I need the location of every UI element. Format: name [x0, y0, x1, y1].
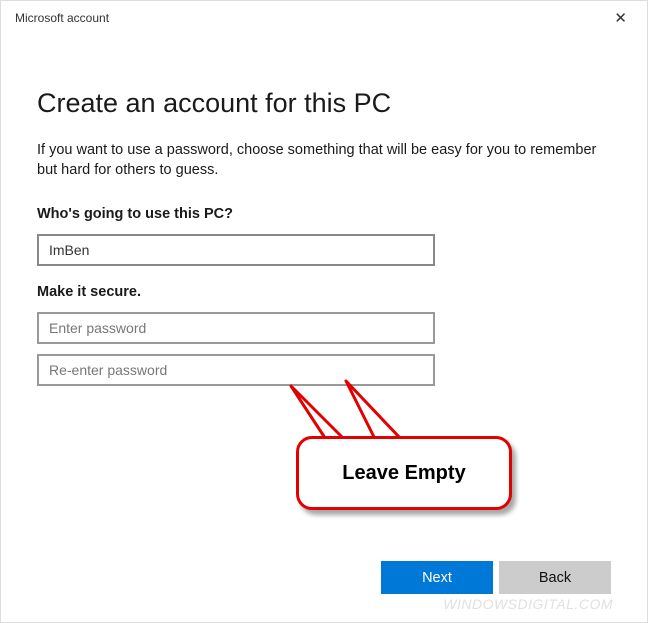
- callout-text: Leave Empty: [296, 436, 512, 510]
- watermark: WindowsDigital.com: [443, 596, 613, 612]
- button-bar: Next Back: [381, 561, 611, 594]
- password-input[interactable]: [37, 312, 435, 344]
- back-button[interactable]: Back: [499, 561, 611, 594]
- close-icon[interactable]: ✕: [606, 7, 635, 29]
- page-description: If you want to use a password, choose so…: [37, 141, 611, 180]
- content-area: Create an account for this PC If you wan…: [1, 33, 647, 386]
- password-section-label: Make it secure.: [37, 284, 611, 300]
- next-button[interactable]: Next: [381, 561, 493, 594]
- password-confirm-input[interactable]: [37, 354, 435, 386]
- titlebar: Microsoft account ✕: [1, 1, 647, 33]
- page-title: Create an account for this PC: [37, 88, 611, 119]
- username-label: Who's going to use this PC?: [37, 206, 611, 222]
- window-title: Microsoft account: [15, 11, 109, 25]
- username-input[interactable]: [37, 234, 435, 266]
